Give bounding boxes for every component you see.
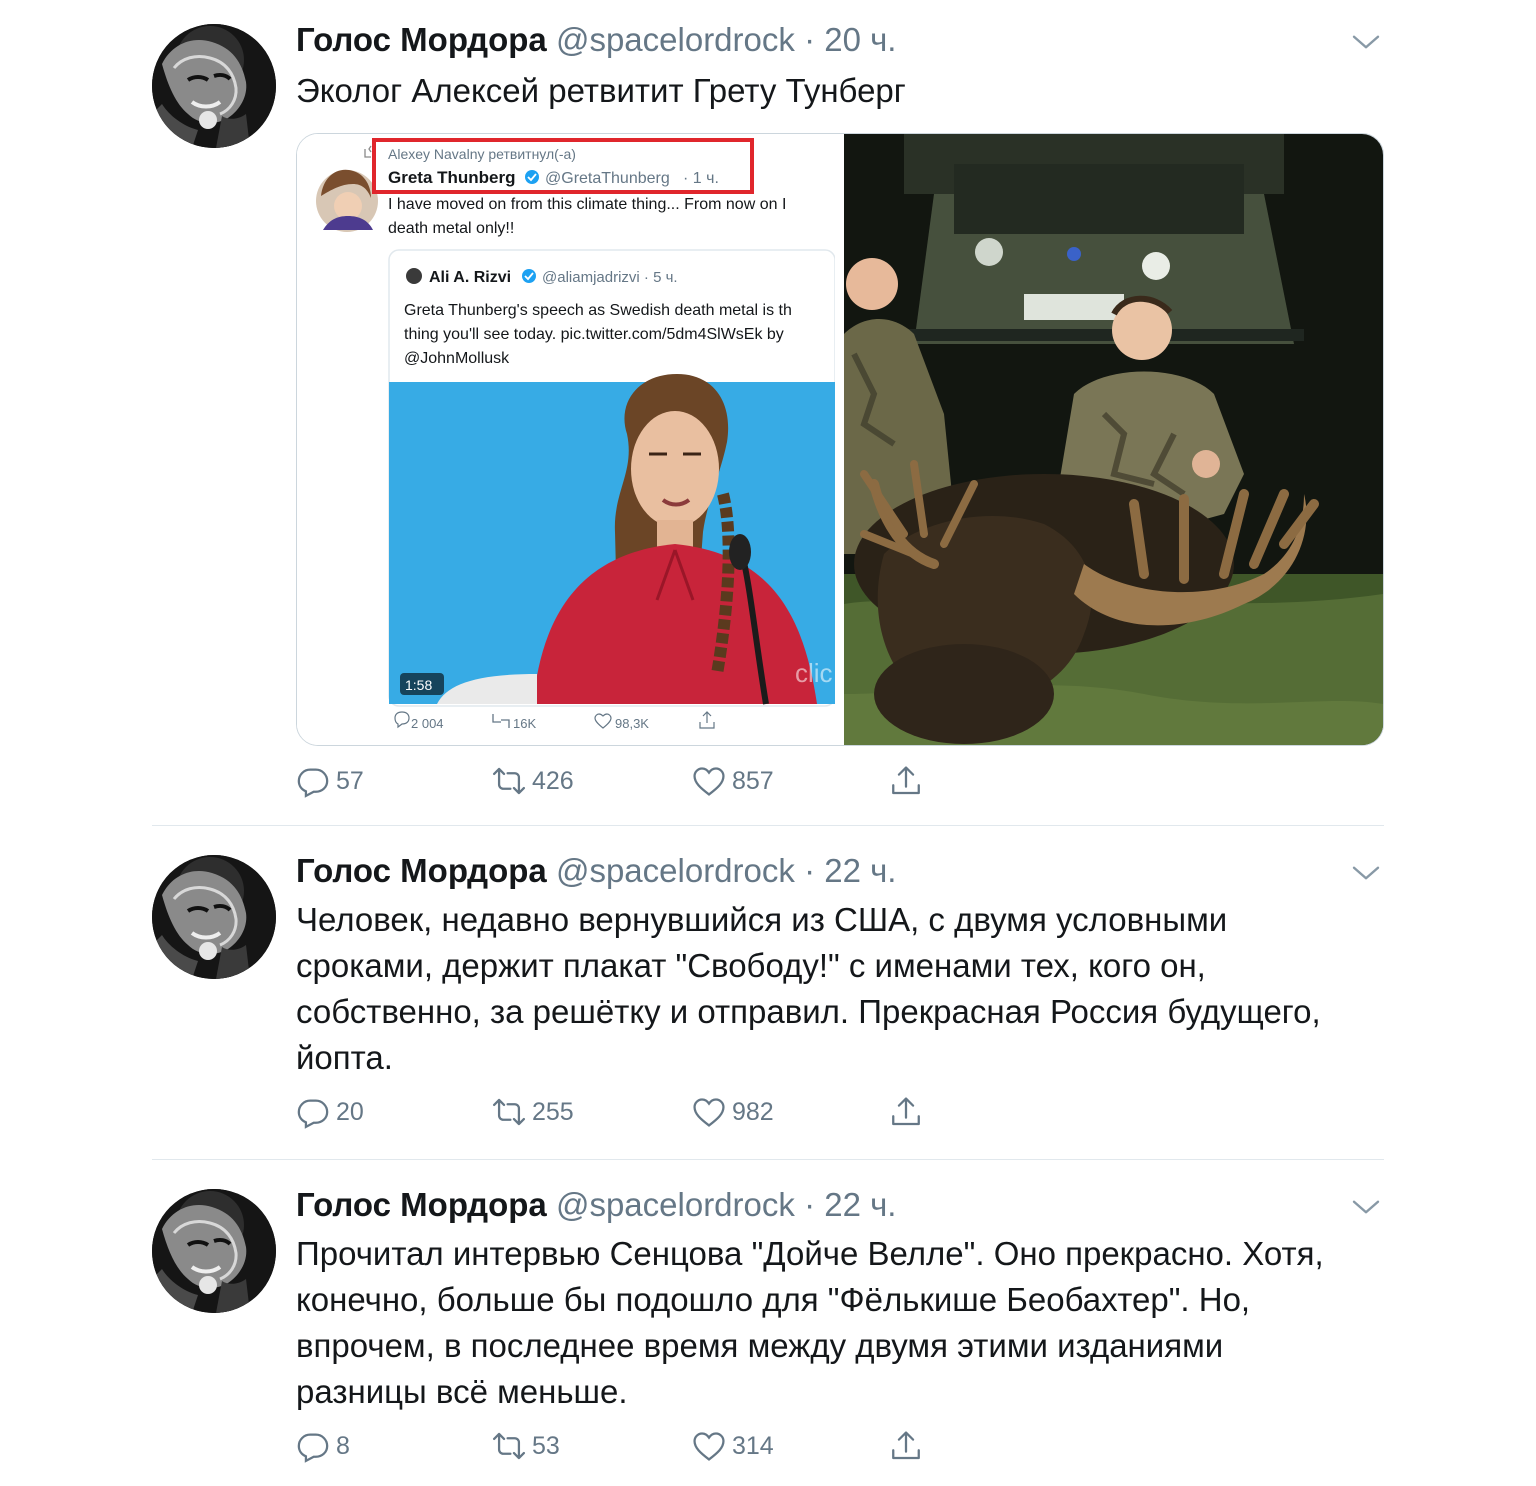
- verified-icon: [525, 170, 539, 184]
- tweet-text: Эколог Алексей ретвитит Грету Тунберг: [296, 72, 906, 109]
- quote-handle: @aliamjadrizvi · 5 ч.: [542, 269, 678, 286]
- chevron-down-icon[interactable]: [1348, 855, 1384, 891]
- like-count: 982: [732, 1097, 774, 1126]
- share-button[interactable]: [889, 1095, 923, 1129]
- tweet-time[interactable]: 22 ч.: [824, 1186, 896, 1223]
- retweet-button[interactable]: 53: [492, 1429, 560, 1463]
- share-icon: [889, 1429, 923, 1463]
- tweet-text-line: Человек, недавно вернувшийся из США, с д…: [296, 901, 1228, 938]
- quote-text-line: Greta Thunberg's speech as Swedish death…: [404, 302, 792, 319]
- like-button[interactable]: 314: [692, 1429, 774, 1463]
- like-icon: [692, 1429, 726, 1463]
- tweet[interactable]: Голос Мордора @spacelordrock · 22 ч. Чел…: [152, 831, 1384, 1159]
- tweet-header: Голос Мордора @spacelordrock · 20 ч.: [296, 18, 896, 62]
- tweet-actions: 57 426 857: [296, 764, 996, 808]
- retweet-button[interactable]: 255: [492, 1095, 574, 1129]
- mini-stat-replies: 2 004: [411, 716, 444, 731]
- retweet-count: 255: [532, 1097, 574, 1126]
- tweet-text-line: йопта.: [296, 1039, 393, 1076]
- share-icon: [889, 1095, 923, 1129]
- retweet-count: 53: [532, 1431, 560, 1460]
- like-icon: [692, 1095, 726, 1129]
- chevron-down-icon[interactable]: [1348, 1189, 1384, 1225]
- retweet-icon: [492, 1095, 526, 1129]
- tweet-text-line: собственно, за решётку и отправил. Прекр…: [296, 993, 1321, 1030]
- divider: [152, 1159, 1384, 1160]
- tweet-header: Голос Мордора @spacelordrock · 22 ч.: [296, 1183, 896, 1227]
- video-watermark: clic: [795, 658, 833, 688]
- reply-icon: [296, 764, 330, 798]
- tweet-text-line: конечно, больше бы подошло для "Фёлькише…: [296, 1281, 1251, 1318]
- divider: [152, 825, 1384, 826]
- video-duration: 1:58: [405, 677, 432, 693]
- night-photo[interactable]: [844, 134, 1383, 745]
- tweet-time[interactable]: 22 ч.: [824, 852, 896, 889]
- avatar[interactable]: [152, 1189, 276, 1313]
- embedded-text-line: I have moved on from this climate thing.…: [388, 196, 786, 213]
- reply-button[interactable]: 20: [296, 1095, 364, 1129]
- author-name[interactable]: Голос Мордора: [296, 852, 547, 889]
- tweet-text-line: сроками, держит плакат "Свободу!" с имен…: [296, 947, 1206, 984]
- like-button[interactable]: 982: [692, 1095, 774, 1129]
- author-name[interactable]: Голос Мордора: [296, 1186, 547, 1223]
- tweet[interactable]: Голос Мордора @spacelordrock · 20 ч. Эко…: [152, 0, 1384, 826]
- embedded-time: · 1 ч.: [683, 170, 719, 187]
- quote-author: Ali A. Rizvi: [429, 269, 511, 286]
- tweet-header: Голос Мордора @spacelordrock · 22 ч.: [296, 849, 896, 893]
- share-icon: [889, 764, 923, 798]
- embedded-screenshot[interactable]: Alexey Navalny ретвитнул(-а) Greta Thunb…: [297, 134, 835, 745]
- video-thumbnail: 1:58 clic: [389, 374, 835, 705]
- retweeted-by-label: Alexey Navalny ретвитнул(-а): [388, 146, 576, 162]
- like-count: 857: [732, 766, 774, 795]
- mini-stat-likes: 98,3K: [615, 716, 649, 731]
- avatar[interactable]: [152, 24, 276, 148]
- reply-icon: [296, 1429, 330, 1463]
- tweet-time[interactable]: 20 ч.: [824, 21, 896, 58]
- like-count: 314: [732, 1431, 774, 1460]
- retweet-button[interactable]: 426: [492, 764, 574, 798]
- verified-icon: [522, 269, 536, 283]
- author-name[interactable]: Голос Мордора: [296, 21, 547, 58]
- author-handle[interactable]: @spacelordrock: [556, 21, 795, 58]
- embedded-text-line: death metal only!!: [388, 220, 514, 237]
- avatar[interactable]: [152, 855, 276, 979]
- tweet[interactable]: Голос Мордора @spacelordrock · 22 ч. Про…: [152, 1165, 1384, 1486]
- reply-icon: [296, 1095, 330, 1129]
- share-button[interactable]: [889, 1429, 923, 1463]
- like-button[interactable]: 857: [692, 764, 774, 798]
- retweet-icon: [492, 1429, 526, 1463]
- tweet-actions: 8 53 314: [296, 1429, 996, 1473]
- separator-dot: ·: [804, 21, 816, 58]
- tweet-text-line: впрочем, в последнее время между двумя э…: [296, 1327, 1224, 1364]
- reply-button[interactable]: 8: [296, 1429, 350, 1463]
- retweet-icon: [492, 764, 526, 798]
- author-handle[interactable]: @spacelordrock: [556, 1186, 795, 1223]
- tweet-text-line: Прочитал интервью Сенцова "Дойче Велле".…: [296, 1235, 1324, 1272]
- separator-dot: ·: [804, 852, 816, 889]
- like-icon: [692, 764, 726, 798]
- embedded-handle: @GretaThunberg: [545, 170, 670, 187]
- share-button[interactable]: [889, 764, 923, 798]
- reply-count: 8: [336, 1431, 350, 1460]
- tweet-text: Человек, недавно вернувшийся из США, с д…: [296, 897, 1381, 1081]
- quote-text-line: thing you'll see today. pic.twitter.com/…: [404, 326, 784, 343]
- tweet-actions: 20 255 982: [296, 1095, 996, 1139]
- tweet-media[interactable]: Alexey Navalny ретвитнул(-а) Greta Thunb…: [296, 133, 1384, 746]
- reply-button[interactable]: 57: [296, 764, 364, 798]
- chevron-down-icon[interactable]: [1348, 24, 1384, 60]
- embedded-author: Greta Thunberg: [388, 168, 516, 187]
- tweet-text: Прочитал интервью Сенцова "Дойче Велле".…: [296, 1231, 1381, 1415]
- quote-text-line: @JohnMollusk: [404, 350, 510, 367]
- tweet-text-line: разницы всё меньше.: [296, 1373, 628, 1410]
- separator-dot: ·: [804, 1186, 816, 1223]
- quote-avatar: [406, 268, 422, 284]
- mini-stat-retweets: 16K: [513, 716, 536, 731]
- retweet-count: 426: [532, 766, 574, 795]
- reply-count: 57: [336, 766, 364, 795]
- author-handle[interactable]: @spacelordrock: [556, 852, 795, 889]
- reply-count: 20: [336, 1097, 364, 1126]
